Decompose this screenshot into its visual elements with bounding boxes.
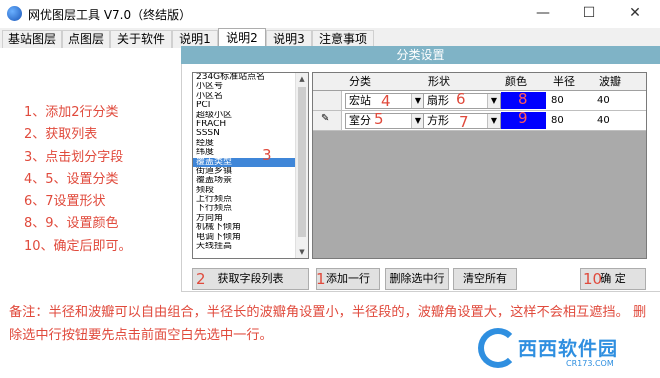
row-selector[interactable]: ✎ [313, 111, 342, 130]
category-grid: 分类 形状 颜色 半径 波瓣 宏站 ▼ 扇形 ▼ 80 40 ✎ 室分 ▼ 方形… [312, 72, 647, 259]
annotation-7: 7 [459, 113, 469, 131]
scroll-up-icon[interactable]: ▲ [296, 73, 308, 85]
annotation-3: 3 [262, 146, 272, 164]
step-line: 8、9、设置颜色 [24, 216, 119, 232]
column-header-lobe: 波瓣 [599, 75, 621, 88]
maximize-button[interactable]: ☐ [566, 0, 612, 28]
list-item[interactable]: 街道乡镇 [193, 167, 308, 176]
column-header-category: 分类 [349, 75, 371, 88]
tab-about[interactable]: 关于软件 [110, 30, 172, 48]
column-header-shape: 形状 [428, 75, 450, 88]
list-item[interactable]: 覆盖场景 [193, 176, 308, 185]
listbox-scrollbar[interactable]: ▲ ▼ [295, 73, 308, 258]
tab-point-layer[interactable]: 点图层 [62, 30, 110, 48]
step-instructions: 1、添加2行分类 2、获取列表 3、点击划分字段 4、5、设置分类 6、7设置形… [24, 102, 132, 258]
clear-all-button[interactable]: 清空所有 [453, 268, 517, 290]
grid-header: 分类 形状 颜色 半径 波瓣 [313, 73, 646, 91]
lobe-cell[interactable]: 40 [597, 93, 610, 108]
list-item[interactable]: 覆盖类型 [193, 157, 308, 167]
column-header-radius: 半径 [553, 75, 575, 88]
watermark-logo: 西西软件园 CR173.COM [478, 328, 658, 374]
row-selector[interactable] [313, 91, 342, 110]
annotation-1: 1 [316, 270, 326, 288]
annotation-9: 9 [518, 109, 528, 127]
annotation-5: 5 [374, 110, 384, 128]
list-item[interactable]: 234G标准站点名 [193, 73, 308, 82]
field-listbox[interactable]: 234G标准站点名 小区号 小区名 PCI 超级小区 FRACH SSSN 经度 纬度 覆盖类型街… [192, 72, 309, 259]
get-field-list-button[interactable]: 获取字段列表 [192, 268, 309, 290]
lobe-cell[interactable]: 40 [597, 113, 610, 128]
scroll-thumb[interactable] [298, 87, 306, 237]
list-item[interactable]: 频段 [193, 186, 308, 195]
list-item[interactable]: 机械下倾角 [193, 223, 308, 232]
close-button[interactable]: ✕ [612, 0, 658, 28]
list-item[interactable]: 小区名 [193, 92, 308, 101]
list-item[interactable]: 上行频点 [193, 195, 308, 204]
column-header-color: 颜色 [505, 75, 527, 88]
category-combo[interactable]: 室分 ▼ [345, 113, 425, 129]
list-item[interactable]: 经度 [193, 139, 308, 148]
chevron-down-icon[interactable]: ▼ [487, 114, 500, 128]
step-line: 3、点击划分字段 [24, 149, 124, 165]
step-line: 1、添加2行分类 [24, 105, 119, 120]
grid-row[interactable]: ✎ 室分 ▼ 方形 ▼ 80 40 [313, 111, 646, 131]
step-line: 6、7设置形状 [24, 194, 106, 210]
list-item[interactable]: FRACH [193, 120, 308, 129]
radius-cell[interactable]: 80 [551, 113, 564, 128]
scroll-down-icon[interactable]: ▼ [296, 246, 308, 258]
site-logo-icon [478, 328, 518, 368]
radius-cell[interactable]: 80 [551, 93, 564, 108]
annotation-6: 6 [456, 90, 466, 108]
list-item[interactable]: 超级小区 [193, 111, 308, 120]
list-item[interactable]: 下行频点 [193, 204, 308, 213]
minimize-button[interactable]: — [520, 0, 566, 28]
list-item[interactable]: 小区号 [193, 82, 308, 91]
annotation-10: 10 [583, 270, 603, 288]
step-line: 2、获取列表 [24, 127, 98, 143]
chevron-down-icon[interactable]: ▼ [487, 94, 500, 108]
list-item[interactable]: SSSN [193, 129, 308, 138]
edit-pencil-icon: ✎ [321, 113, 330, 124]
step-line: 4、5、设置分类 [24, 171, 119, 187]
step-line: 10、确定后即可。 [24, 238, 132, 254]
list-item[interactable]: 方向角 [193, 214, 308, 223]
list-item[interactable]: PCI [193, 101, 308, 110]
title-bar: 网优图层工具 V7.0（终结版） — ☐ ✕ [0, 0, 660, 28]
annotation-2: 2 [196, 270, 206, 288]
annotation-4: 4 [381, 92, 391, 110]
add-row-button[interactable]: 添加一行 [316, 268, 380, 290]
list-item[interactable]: 电调下倾角 [193, 233, 308, 242]
list-item[interactable]: 天线挂高 [193, 242, 308, 251]
annotation-8: 8 [518, 90, 528, 108]
window-title: 网优图层工具 V7.0（终结版） [28, 8, 192, 22]
delete-selected-row-button[interactable]: 删除选中行 [385, 268, 449, 290]
group-title: 分类设置 [181, 46, 660, 64]
tab-base-station-layer[interactable]: 基站图层 [2, 30, 62, 48]
app-logo-icon [7, 6, 22, 21]
grid-row[interactable]: 宏站 ▼ 扇形 ▼ 80 40 [313, 91, 646, 111]
list-item[interactable]: 纬度 [193, 148, 308, 157]
